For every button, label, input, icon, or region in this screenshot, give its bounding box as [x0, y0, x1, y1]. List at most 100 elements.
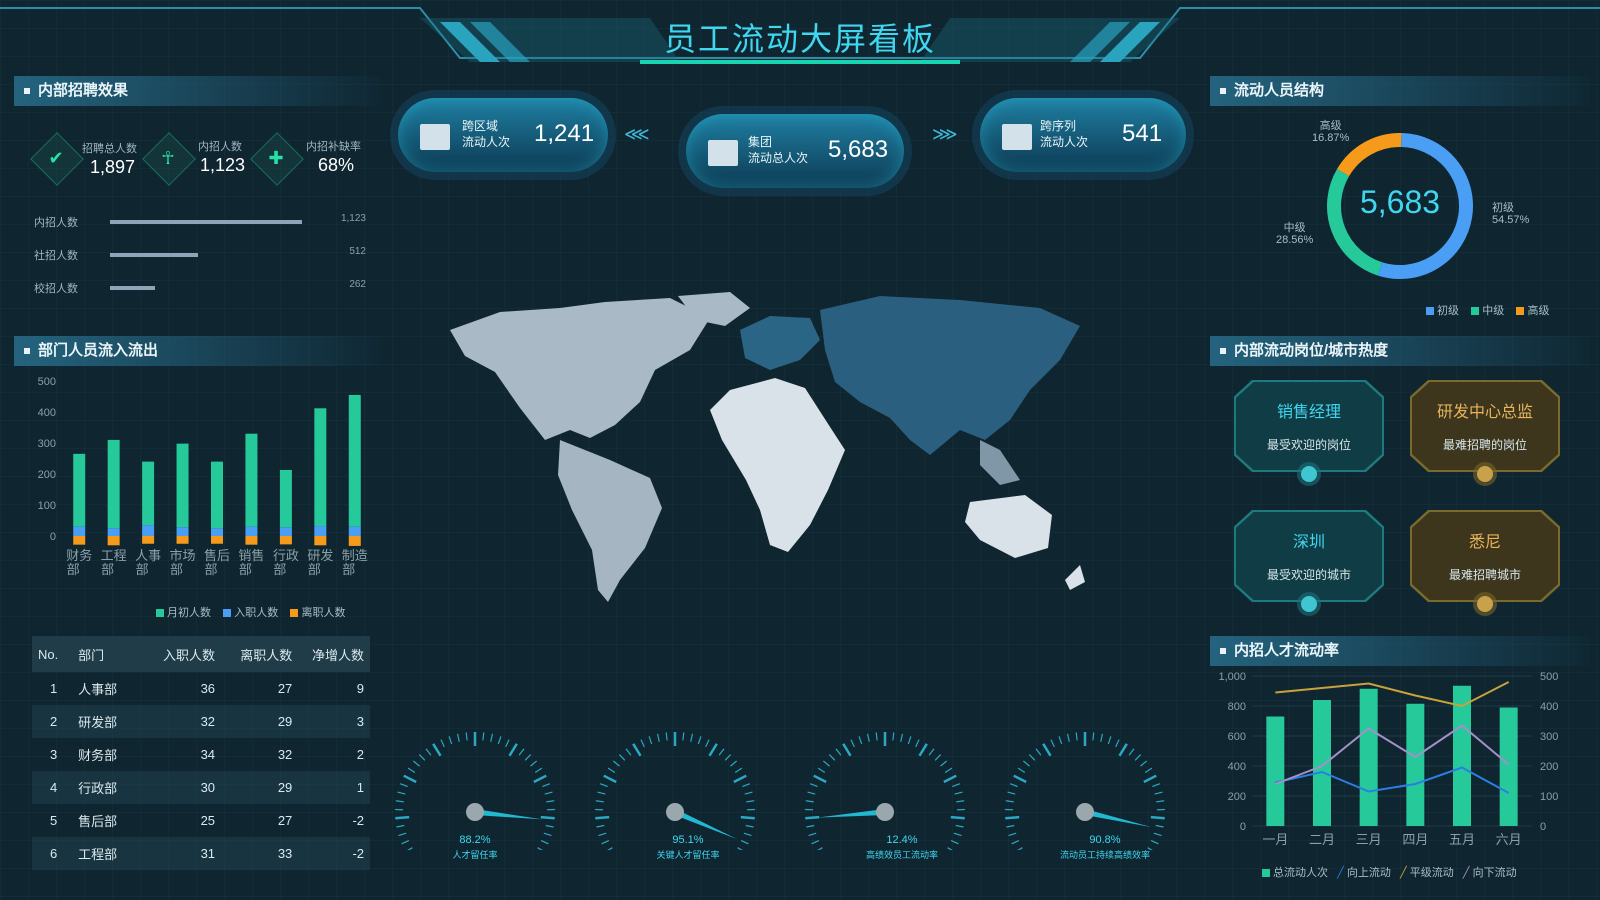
pill-1-line1: 跨区域	[462, 119, 499, 133]
gauge-tick	[708, 743, 718, 757]
gauge-tick	[1134, 754, 1142, 761]
table-row[interactable]: 7销售部24213	[32, 870, 370, 880]
gauge-needle	[1084, 809, 1152, 828]
building-icon	[420, 124, 450, 150]
gauge-tick	[1092, 732, 1095, 741]
hot-card[interactable]	[1234, 510, 1384, 602]
bar-label: 内招人数	[34, 217, 78, 229]
gauge-tick	[740, 815, 755, 820]
gauge-tick	[697, 736, 702, 745]
structure-panel-title: 流动人员结构	[1210, 76, 1590, 106]
pill-2-line1: 集团	[748, 135, 773, 149]
kpi-value-internal: 1,123	[200, 155, 246, 175]
table-cell: 行政部	[77, 771, 144, 804]
gauge-tick	[597, 791, 606, 795]
table-cell: 7	[32, 870, 77, 880]
bar-leave	[314, 536, 327, 546]
gauge-tick	[1115, 739, 1120, 748]
table-cell: 30	[143, 771, 222, 804]
gauge-tick	[540, 840, 549, 845]
y2-tick-label: 400	[1540, 701, 1558, 713]
table-row[interactable]: 1 人事部 36 27 9	[32, 672, 370, 705]
gauge-tick	[612, 760, 620, 767]
gauge-tick	[490, 733, 494, 742]
x-tick-label: 五月	[1449, 832, 1475, 847]
arrow-left-icon: ⋘	[624, 124, 650, 144]
kpi-label-fill-rate: 内招补缺率	[306, 141, 361, 153]
gauge-tick	[625, 748, 632, 756]
gauge-tick	[742, 783, 751, 788]
x-tick-label: 研发	[307, 548, 333, 563]
gauge-tick	[805, 815, 820, 820]
table-cell: 34	[200, 747, 216, 762]
table-row[interactable]: 4 行政部 30 29 1	[32, 771, 370, 804]
table-cell: 9	[356, 681, 364, 696]
x-tick-label: 部	[204, 562, 217, 577]
bar-hire	[245, 526, 258, 536]
gauge-tick	[596, 824, 605, 828]
bar-hire	[348, 526, 361, 536]
gauge-tick	[533, 774, 547, 784]
gauge-tick	[690, 733, 694, 742]
series-line	[1275, 681, 1510, 708]
gauge-tick	[915, 739, 920, 748]
y-tick-label: 1,000	[1218, 671, 1246, 683]
gauge-tick	[1008, 832, 1017, 837]
pill-3-value: 541	[1122, 120, 1163, 147]
pill-2-value: 5,683	[828, 136, 889, 163]
gauge-tick	[601, 840, 610, 845]
gauge-tick	[603, 774, 617, 784]
legend-down: 向下流动	[1472, 867, 1517, 879]
gauge-hub	[876, 803, 894, 821]
gauge-tick	[718, 748, 725, 756]
table-cell: 售后部	[78, 814, 118, 829]
gauge-tick	[1042, 743, 1052, 757]
gauge-tick	[595, 800, 604, 803]
table-row[interactable]: 5 售后部 25 27 -2	[32, 804, 370, 837]
y-tick-label: 0	[1240, 821, 1246, 833]
bar-leave	[211, 536, 223, 544]
table-row[interactable]: 3 财务部 34 32 2	[32, 738, 370, 771]
gauge-tick	[1156, 800, 1165, 803]
bar-start	[73, 453, 86, 527]
hot-card[interactable]	[1410, 380, 1560, 472]
bar-value: 1,123	[340, 213, 366, 224]
gauge-tick	[401, 840, 410, 845]
pill-group-total: 集团 流动总人次 5,683	[686, 114, 904, 188]
table-cell: 33	[221, 837, 299, 870]
gauge-tick	[955, 824, 964, 828]
bar-total	[1266, 716, 1285, 826]
y-tick-label: 200	[38, 469, 56, 481]
table-cell: 3	[298, 705, 370, 738]
hot-card[interactable]	[1234, 380, 1384, 472]
hot-card[interactable]	[1410, 510, 1560, 602]
gauge-tick	[542, 783, 551, 788]
table-cell: 1	[50, 681, 58, 696]
th-dept: 部门	[77, 636, 144, 672]
pill-1-line2: 流动人次	[462, 135, 511, 149]
gauge-tick	[618, 754, 626, 761]
dept-table: No. 部门 入职人数 离职人数 净增人数 1 人事部 36 27 9 2 研发部 32 29 3…	[32, 636, 370, 880]
dept-table-wrap[interactable]: No. 部门 入职人数 离职人数 净增人数 1 人事部 36 27 9 2 研发部 32 29 3…	[32, 636, 370, 880]
gauge-tick	[595, 815, 610, 820]
table-row[interactable]: 2 研发部 32 29 3	[32, 705, 370, 738]
pill-3-line1: 跨序列	[1040, 119, 1077, 133]
gauge-tick	[733, 774, 747, 784]
hot-card-sub: 最受欢迎的岗位	[1266, 438, 1351, 452]
x-tick-label: 一月	[1262, 832, 1288, 847]
pill-cross-sequence: 跨序列 流动人次 541	[980, 98, 1186, 172]
bar-hire	[142, 525, 155, 536]
th-leave: 离职人数	[221, 636, 299, 672]
legend-start: 月初人数	[167, 607, 211, 619]
gauge-tick	[806, 824, 815, 828]
gauge-hub	[1076, 803, 1094, 821]
table-cell: 31	[143, 837, 222, 870]
table-row[interactable]: 6 工程部 31 33 -2	[32, 837, 370, 870]
gauge-hub	[666, 803, 684, 821]
kpi-label-internal: 内招人数	[198, 141, 242, 153]
gauge-tick	[809, 783, 818, 788]
gauge-tick	[398, 832, 407, 837]
y-tick-label: 400	[38, 407, 56, 419]
gauge-1-value: 88.2%	[459, 834, 491, 846]
gauge-tick	[656, 733, 660, 742]
